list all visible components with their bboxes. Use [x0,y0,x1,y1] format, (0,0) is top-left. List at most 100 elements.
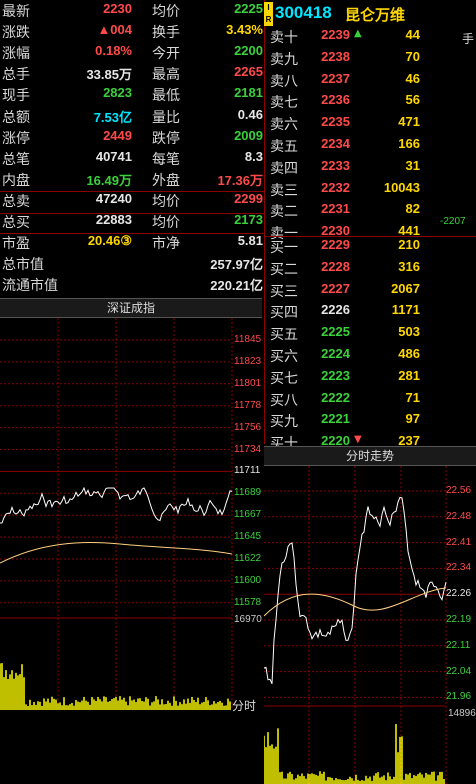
axis-tick-label: 11845 [234,334,262,345]
orderbook-level-label: 买四 [270,305,298,322]
quote-value: 47240 [95,190,132,206]
orderbook-level-label: 卖九 [270,51,298,68]
orderbook-level-label: 卖二 [270,204,298,221]
quote-value: 2200 [234,43,263,59]
orderbook-level-label: 卖八 [270,73,298,90]
quote-value: 2009 [234,127,263,143]
ask-bid-divider [264,236,476,237]
axis-tick-label: 11667 [234,509,262,521]
orderbook-price[interactable]: 2236 [308,92,350,107]
orderbook-level-label: 卖六 [270,117,298,134]
orderbook-price[interactable]: 2238 [308,49,350,64]
quote-label: 最低 [152,88,180,105]
index-panel-title[interactable]: 深证成指 [0,298,262,318]
quote-label: 流通市值 [2,278,58,295]
quote-label: 换手 [152,25,180,42]
axis-tick-label: 22.04 [446,665,472,677]
orderbook-price[interactable]: 2234 [308,136,350,151]
orderbook-price[interactable]: 2227 [308,281,350,296]
orderbook-price[interactable]: 2232 [308,180,350,195]
quote-value: ▲004 [97,22,132,38]
orderbook-level-label: 买三 [270,283,298,300]
divider [0,213,264,214]
divider [264,0,265,444]
quote-label: 今开 [152,46,180,63]
quote-label: 跌停 [152,130,180,147]
axis-tick-label: 22.56 [446,485,472,496]
axis-tick-label: 22.48 [446,510,472,522]
quote-value: 220.21亿 [210,278,263,294]
quote-value: 8.3 [244,148,263,164]
orderbook-volume: 2067 [391,280,420,296]
quote-value: 16.49万 [86,172,132,188]
axis-tick-label: 11823 [234,355,262,367]
axis-tick-label: 11734 [234,443,262,455]
quote-value: 2225 [234,1,263,16]
axis-tick-label: 11711 [234,465,261,477]
orderbook-level-label: 卖五 [270,139,298,155]
orderbook-level-label: 卖七 [270,95,298,112]
axis-tick-label: 22.11 [446,639,471,651]
orderbook-level-label: 卖四 [270,160,298,177]
orderbook-volume: 82 [405,201,420,217]
quote-value: 0.46 [237,106,263,122]
quote-value: 7.53亿 [93,109,132,125]
orderbook-price[interactable]: 2221 [308,411,350,426]
orderbook-volume: 1171 [391,302,420,318]
orderbook-price[interactable]: 2225 [308,324,350,339]
orderbook-volume: 70 [405,48,420,64]
axis-tick-label: 11645 [234,531,262,543]
quote-value: 3.43% [226,22,263,38]
quote-value: 2173 [234,212,263,227]
orderbook-level-label: 买八 [270,392,298,409]
axis-tick-label: 11689 [234,487,262,499]
quote-value: 2823 [103,85,132,101]
quote-label: 总市值 [2,257,44,274]
orderbook-volume: 471 [398,114,420,130]
orderbook-price[interactable]: 2237 [308,71,350,86]
orderbook-volume: 10043 [383,179,420,195]
intraday-chart [264,466,447,784]
orderbook-level-label: 卖十 [270,30,298,46]
orderbook-volume: 44 [405,27,420,42]
axis-tick-label: 11600 [234,574,262,586]
badge-bottom: R [265,15,272,24]
orderbook-price[interactable]: 2231 [308,201,350,216]
quote-value: 40741 [95,148,132,164]
quote-label: 均价 [152,4,180,20]
axis-tick-label: 22.19 [446,614,472,625]
orderbook-price[interactable]: 2229 [308,237,350,252]
quote-value: 33.85万 [86,67,132,83]
orderbook-volume: 281 [398,367,420,383]
orderbook-price[interactable]: 2224 [308,346,350,361]
quote-value: 17.36万 [217,172,263,188]
orderbook-price[interactable]: 2235 [308,114,350,129]
side-note: -2207 [440,216,466,227]
quote-label: 均价 [152,193,180,210]
orderbook-price[interactable]: 2228 [308,259,350,274]
orderbook-price[interactable]: 2233 [308,158,350,173]
orderbook-level-label: 买二 [270,261,298,278]
divider [0,233,264,234]
intraday-panel-title[interactable]: 分时走势 [264,446,476,466]
orderbook-price[interactable]: 2222 [308,390,350,405]
stock-name[interactable]: 昆仑万维 [345,4,405,25]
header-extra: 手 [462,32,475,46]
orderbook-price[interactable]: 2239 [308,27,350,42]
orderbook-level-label: 买五 [270,327,298,344]
quote-value: 5.81 [237,233,263,249]
orderbook-price[interactable]: 2223 [308,368,350,383]
orderbook-volume: 97 [405,411,420,427]
axis-tick-label: 22.34 [446,562,472,574]
quote-label: 每笔 [152,151,180,168]
orderbook-volume: 46 [405,70,420,86]
axis-tick-label: 21.96 [446,691,472,703]
quote-value: 22883 [95,212,132,227]
orderbook-price[interactable]: 2226 [308,302,350,317]
intraday-vol-label: 14896 [448,708,476,719]
quote-value: 2265 [234,64,263,80]
quote-value: 257.97亿 [210,257,263,273]
orderbook-volume: 31 [405,157,420,173]
stock-code[interactable]: 300418 [275,3,332,23]
orderbook-level-label: 买七 [270,370,298,387]
